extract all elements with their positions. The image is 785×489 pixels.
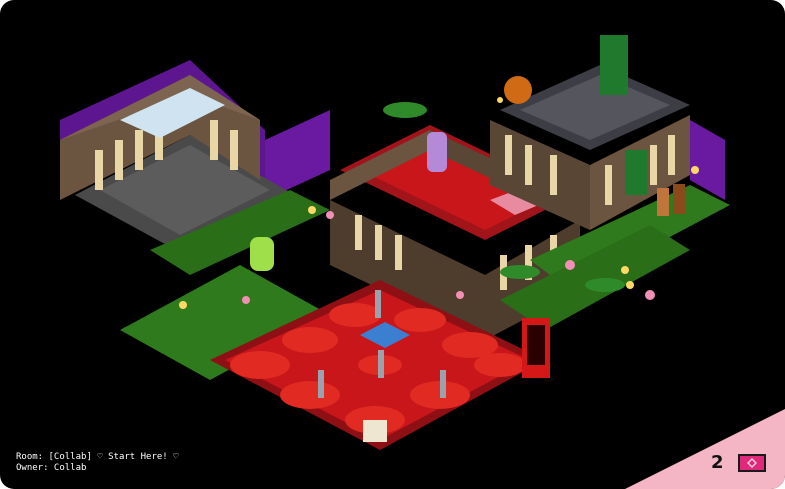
corner-panel — [625, 409, 785, 489]
room-name-label: Room: [Collab] ♡ Start Here! ♡ — [16, 452, 179, 462]
pink-diamond-ticket-icon[interactable] — [737, 453, 767, 473]
purple-machine — [427, 132, 447, 172]
cream-armchair — [363, 420, 387, 442]
green-phone-booth — [600, 35, 628, 95]
room-info: Room: [Collab] ♡ Start Here! ♡ Owner: Co… — [16, 452, 179, 474]
ticket-count: 2 — [711, 452, 724, 473]
room-owner-label: Owner: Collab — [16, 463, 87, 473]
orange-lantern — [504, 76, 532, 104]
lime-robot — [250, 237, 274, 271]
game-viewport[interactable]: Room: [Collab] ♡ Start Here! ♡ Owner: Co… — [0, 0, 785, 489]
